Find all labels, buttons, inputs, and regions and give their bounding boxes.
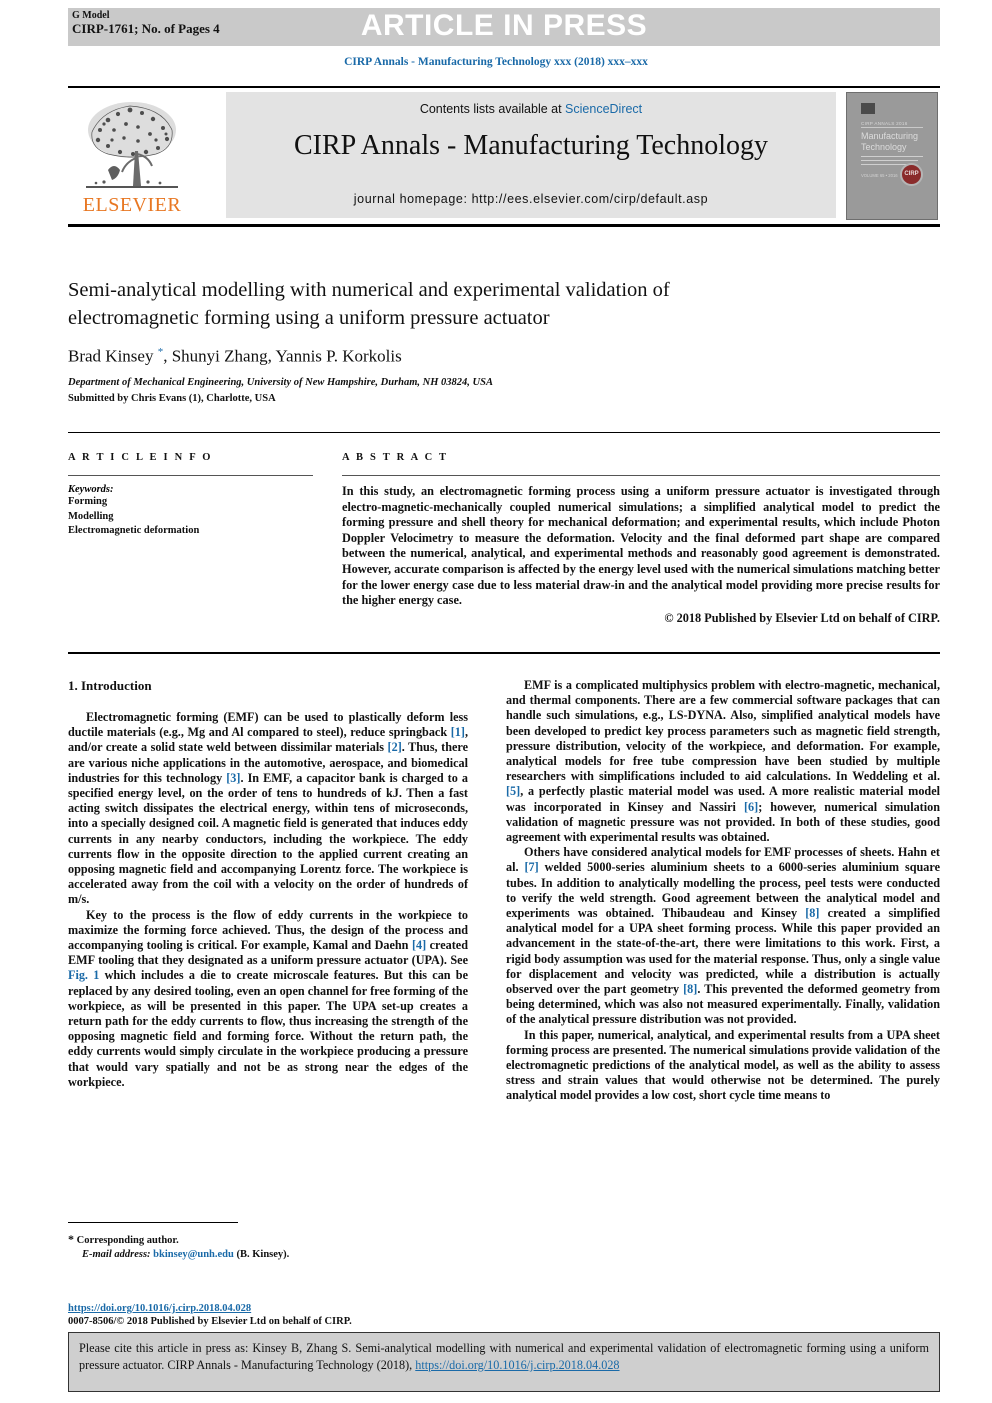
corresponding-author-text: Corresponding author. — [76, 1235, 179, 1246]
doi-link[interactable]: https://doi.org/10.1016/j.cirp.2018.04.0… — [68, 1303, 488, 1314]
cover-eyebrow: CIRP ANNALS 2016 — [861, 121, 923, 128]
author-list: Brad Kinsey *, Shunyi Zhang, Yannis P. K… — [68, 346, 402, 366]
contents-available-line: Contents lists available at ScienceDirec… — [226, 102, 836, 116]
paragraph: Others have considered analytical models… — [506, 845, 941, 1027]
cirp-seal-icon: CIRP — [900, 163, 923, 186]
paragraph: In this paper, numerical, analytical, an… — [506, 1027, 940, 1103]
abstract-column: A B S T R A C T In this study, an electr… — [342, 452, 940, 626]
cover-title-line2: Technology — [861, 142, 907, 152]
body-column-left: 1. Introduction Electromagnetic forming … — [68, 678, 468, 1090]
contents-prefix: Contents lists available at — [419, 102, 566, 116]
issn-copyright: 0007-8506/© 2018 Published by Elsevier L… — [68, 1316, 352, 1327]
cover-volume: VOLUME 65 • 2016 — [861, 173, 898, 178]
article-info-column: A R T I C L E I N F O Keywords: Forming … — [68, 452, 313, 539]
abstract-hairline — [342, 475, 940, 476]
email-note: E-mail address: bkinsey@unh.edu (B. Kins… — [68, 1248, 468, 1262]
info-top-rule — [68, 432, 940, 433]
paragraph: EMF is a complicated multiphysics proble… — [506, 678, 941, 845]
page-title: Semi-analytical modelling with numerical… — [68, 279, 670, 329]
cover-title-line1: Manufacturing — [861, 131, 919, 141]
citation-box: Please cite this article in press as: Ki… — [68, 1332, 940, 1392]
journal-cover-thumbnail: CIRP ANNALS 2016 Manufacturing Technolog… — [846, 92, 938, 220]
article-info-hairline — [68, 475, 313, 476]
affiliation: Department of Mechanical Engineering, Un… — [68, 376, 493, 388]
asterisk-icon: * — [68, 1232, 74, 1246]
masthead-top-rule — [68, 86, 940, 88]
masthead-bottom-rule — [68, 224, 940, 227]
corresponding-author-note: * Corresponding author. — [68, 1232, 468, 1248]
g-model-block: G Model CIRP-1761; No. of Pages 4 — [72, 9, 220, 35]
abstract-text: In this study, an electromagnetic formin… — [342, 484, 940, 608]
elsevier-logo: ELSEVIER — [72, 94, 192, 218]
keyword-item: Modelling — [68, 510, 114, 522]
keyword-item: Electromagnetic deformation — [68, 525, 200, 536]
abstract-copyright: © 2018 Published by Elsevier Ltd on beha… — [664, 610, 940, 625]
doi-block: https://doi.org/10.1016/j.cirp.2018.04.0… — [68, 1303, 488, 1327]
citation-text: Please cite this article in press as: Ki… — [79, 1340, 929, 1374]
masthead-center-panel: Contents lists available at ScienceDirec… — [226, 92, 836, 218]
citation-doi-link[interactable]: https://doi.org/10.1016/j.cirp.2018.04.0… — [415, 1358, 619, 1372]
abstract-heading: A B S T R A C T — [342, 452, 449, 463]
footnote-rule — [68, 1222, 238, 1223]
paper-page: ARTICLE IN PRESS G Model CIRP-1761; No. … — [0, 0, 992, 1403]
section-heading-introduction: 1. Introduction — [68, 678, 152, 693]
article-info-heading: A R T I C L E I N F O — [68, 452, 213, 463]
paragraph: Electromagnetic forming (EMF) can be use… — [68, 710, 468, 907]
cover-title: Manufacturing Technology — [861, 131, 925, 153]
submitted-by: Submitted by Chris Evans (1), Charlotte,… — [68, 392, 276, 404]
email-label: E-mail address: — [82, 1249, 151, 1260]
journal-title: CIRP Annals - Manufacturing Technology — [294, 130, 768, 161]
cover-inner: CIRP ANNALS 2016 Manufacturing Technolog… — [855, 99, 929, 213]
journal-masthead: ELSEVIER Contents lists available at Sci… — [68, 86, 940, 227]
elsevier-tree-icon — [86, 102, 178, 188]
footnote-block: * Corresponding author. E-mail address: … — [68, 1232, 468, 1262]
sciencedirect-link[interactable]: ScienceDirect — [565, 102, 642, 116]
journal-homepage[interactable]: journal homepage: http://ees.elsevier.co… — [226, 192, 836, 206]
keyword-item: Forming — [68, 496, 108, 507]
email-owner: (B. Kinsey). — [236, 1249, 290, 1260]
body-column-right: EMF is a complicated multiphysics proble… — [506, 678, 940, 1104]
keywords-label: Keywords: — [68, 484, 114, 495]
manuscript-id: CIRP-1761; No. of Pages 4 — [72, 21, 220, 36]
cover-mark-icon — [861, 103, 875, 114]
title-block: Semi-analytical modelling with numerical… — [68, 276, 768, 404]
paragraph: Key to the process is the flow of eddy c… — [68, 907, 468, 1089]
elsevier-wordmark: ELSEVIER — [82, 194, 182, 216]
info-bottom-rule — [68, 652, 940, 654]
email-link[interactable]: bkinsey@unh.edu — [153, 1249, 234, 1260]
running-head: CIRP Annals - Manufacturing Technology x… — [344, 56, 648, 68]
